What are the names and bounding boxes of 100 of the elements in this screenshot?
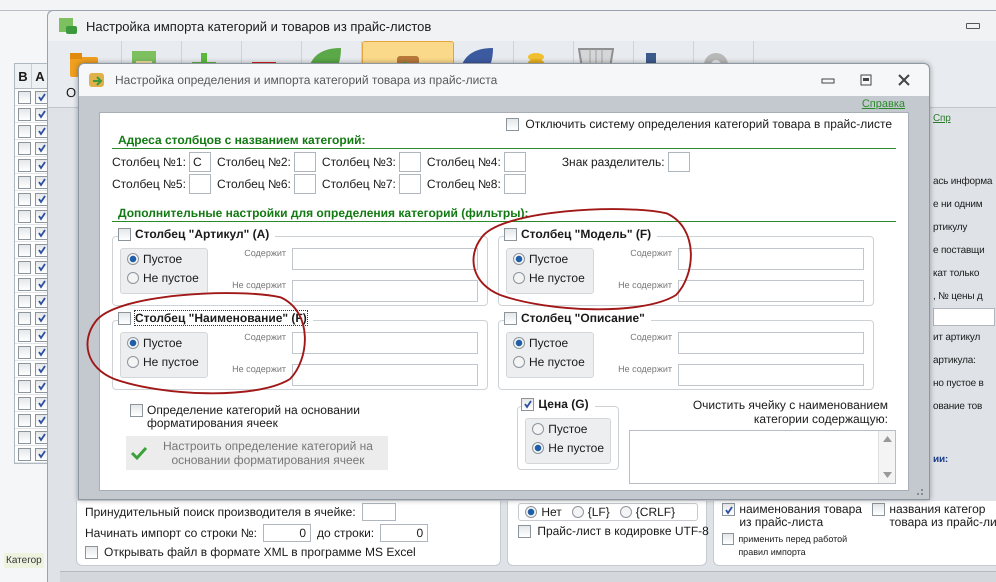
radio-button[interactable]: [127, 272, 139, 284]
minimize-button[interactable]: [966, 23, 980, 29]
input-field[interactable]: [188, 174, 211, 194]
checkbox[interactable]: [18, 328, 31, 342]
radio-button[interactable]: [532, 442, 544, 454]
checkbox[interactable]: [35, 346, 48, 358]
checkbox[interactable]: [18, 226, 31, 240]
checkbox[interactable]: [18, 278, 31, 290]
input-field[interactable]: [678, 280, 864, 302]
option-text: артикула:: [933, 355, 977, 366]
checkbox[interactable]: [118, 312, 131, 324]
checkbox[interactable]: [521, 398, 534, 410]
input-field[interactable]: [294, 174, 316, 194]
checkbox[interactable]: [18, 192, 31, 206]
input-field[interactable]: [678, 248, 864, 270]
input-field[interactable]: [678, 332, 864, 354]
input-field[interactable]: [362, 503, 396, 521]
input-field[interactable]: [292, 280, 478, 302]
checkbox[interactable]: [18, 346, 31, 358]
checkbox[interactable]: [18, 124, 31, 138]
checkbox[interactable]: [18, 260, 31, 274]
checkbox[interactable]: [35, 448, 48, 460]
checkbox[interactable]: [872, 503, 886, 516]
checkbox[interactable]: [35, 176, 48, 188]
input-field[interactable]: [504, 152, 526, 172]
checkbox[interactable]: [722, 503, 736, 516]
checkbox[interactable]: [504, 228, 517, 240]
checkbox[interactable]: [18, 90, 31, 104]
radio-button[interactable]: [513, 356, 525, 368]
radio-button[interactable]: [127, 337, 139, 349]
checkbox[interactable]: [35, 414, 48, 426]
checkbox[interactable]: [18, 448, 31, 460]
checkbox[interactable]: [35, 108, 48, 120]
radio-button[interactable]: [532, 423, 544, 435]
checkbox[interactable]: [18, 396, 31, 410]
checkbox[interactable]: [35, 328, 48, 342]
checkbox[interactable]: [35, 294, 48, 308]
checkbox[interactable]: [35, 192, 48, 206]
radio-button[interactable]: [525, 506, 538, 518]
checkbox[interactable]: [518, 524, 532, 538]
input-field[interactable]: [294, 152, 316, 172]
resize-grip-icon[interactable]: [917, 489, 923, 495]
checkbox[interactable]: [35, 380, 48, 392]
radio-button[interactable]: [620, 506, 632, 518]
checkbox[interactable]: [18, 380, 31, 392]
checkbox[interactable]: [18, 108, 31, 120]
input-field[interactable]: 0: [263, 524, 311, 542]
radio-button[interactable]: [127, 253, 139, 265]
input-field[interactable]: [678, 364, 864, 386]
checkbox[interactable]: [18, 414, 31, 426]
checkbox[interactable]: [18, 158, 31, 172]
checkbox[interactable]: [35, 278, 48, 290]
checkbox[interactable]: [35, 158, 48, 172]
checkbox[interactable]: [35, 210, 48, 222]
checkbox[interactable]: [85, 546, 98, 558]
column-header[interactable]: В: [15, 64, 32, 88]
checkbox[interactable]: [504, 312, 517, 324]
input-field[interactable]: [292, 364, 478, 386]
checkbox[interactable]: [118, 228, 131, 240]
checkbox[interactable]: [35, 90, 48, 104]
checkbox[interactable]: [18, 294, 31, 308]
checkbox[interactable]: [35, 124, 48, 138]
checkbox[interactable]: [18, 244, 31, 256]
text-area[interactable]: [629, 430, 896, 484]
checkbox[interactable]: [506, 118, 520, 130]
checkbox[interactable]: [35, 260, 48, 274]
checkbox[interactable]: [35, 430, 48, 444]
checkbox[interactable]: [18, 430, 31, 444]
checkbox[interactable]: [18, 142, 31, 154]
input-field[interactable]: [668, 152, 690, 172]
checkbox[interactable]: [35, 312, 48, 324]
help-link[interactable]: Спр: [933, 113, 951, 124]
checkbox[interactable]: [18, 312, 31, 324]
radio-button[interactable]: [513, 253, 525, 265]
input-field[interactable]: C: [188, 152, 211, 172]
checkbox[interactable]: [35, 244, 48, 256]
input-field[interactable]: [398, 174, 421, 194]
input-field[interactable]: [504, 174, 526, 194]
checkbox[interactable]: [35, 362, 48, 376]
checkbox[interactable]: [35, 226, 48, 240]
checkbox[interactable]: [18, 176, 31, 188]
radio-button[interactable]: [513, 337, 525, 349]
checkbox[interactable]: [35, 142, 48, 154]
input-field[interactable]: 0: [380, 524, 428, 542]
checkbox[interactable]: [18, 362, 31, 376]
scroll-down-icon[interactable]: [882, 472, 892, 478]
input-field[interactable]: [292, 248, 478, 270]
checkbox[interactable]: [722, 533, 734, 545]
radio-button[interactable]: [572, 506, 584, 518]
checkbox[interactable]: [18, 210, 31, 222]
radio-button[interactable]: [127, 356, 139, 368]
input-field[interactable]: [398, 152, 421, 172]
radio-label: {LF}: [588, 505, 610, 519]
scroll-up-icon[interactable]: [882, 436, 892, 442]
input-field[interactable]: [933, 308, 995, 326]
checkbox[interactable]: [130, 404, 143, 417]
radio-button[interactable]: [513, 272, 525, 284]
checkbox[interactable]: [35, 396, 48, 410]
input-field[interactable]: [292, 332, 478, 354]
tab[interactable]: Категор: [4, 553, 44, 568]
